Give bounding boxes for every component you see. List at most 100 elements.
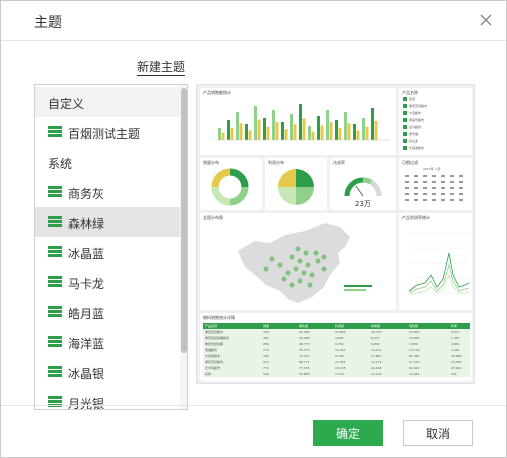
theme-item-ice-silver[interactable]: 冰晶银 <box>35 357 180 387</box>
table-cell: 12,149 <box>371 372 382 376</box>
cancel-button[interactable]: 取消 <box>403 420 473 446</box>
theme-item-forest-green[interactable]: 森林绿 <box>35 207 180 237</box>
preview-bar <box>281 122 284 140</box>
table-cell: 15,960 <box>335 330 346 334</box>
table-cell: 9,834 <box>371 342 380 346</box>
preview-bar <box>254 106 257 140</box>
preview-checklist-item: 大百超市 <box>403 111 421 117</box>
preview-calendar-panel: 日期过滤 2017年 八月 <box>399 158 472 210</box>
map-marker <box>297 278 303 284</box>
map-marker <box>313 250 319 256</box>
table-cell: 瑞福超市 <box>205 348 218 352</box>
preview-bar <box>338 128 342 140</box>
preview-bar <box>245 124 248 140</box>
preview-checklist-panel: 产品名称 百货 重庆百货超市 大百超市 家庭乐超市 麦肯超市 家乐福 好又多 大润发超市 <box>399 88 472 155</box>
table-cell: 12,875 <box>409 330 420 334</box>
table-cell: 32,883 <box>299 372 310 376</box>
table-cell: 62,022 <box>409 366 420 370</box>
preview-pie2-panel: 利润分布 <box>265 158 327 210</box>
table-row: 好特 506 32,883 7,130 12,149 12,441 231 <box>203 371 470 377</box>
table-cell: 7,836 <box>409 342 418 346</box>
table-header-cell: 成本额 <box>371 324 381 328</box>
table-cell: 重庆百货超市 <box>205 330 224 334</box>
preview-bar <box>284 129 288 140</box>
theme-item-custom[interactable]: 百烟测试主题 <box>35 117 180 147</box>
checkbox-icon <box>403 97 407 101</box>
theme-list-icon <box>48 126 62 138</box>
preview-bar <box>293 124 297 140</box>
table-cell: 28,773 <box>299 342 310 346</box>
checkbox-icon <box>403 104 407 108</box>
theme-item-label: 海洋蓝 <box>68 337 105 351</box>
theme-item-macaron[interactable]: 马卡龙 <box>35 267 180 297</box>
table-header-cell: 利率 <box>451 324 458 328</box>
table-cell: 61,381 <box>409 354 420 358</box>
theme-item-ocean-blue[interactable]: 海洋蓝 <box>35 327 180 357</box>
theme-item-business-gray[interactable]: 商务灰 <box>35 177 180 207</box>
theme-list-icon <box>48 336 62 348</box>
preview-checklist-item: 重庆百货超市 <box>403 104 427 110</box>
table-cell: 2,461 <box>451 348 460 352</box>
gauge-value: 23万 <box>355 200 371 208</box>
list-scrollbar[interactable] <box>180 85 187 409</box>
table-cell: 231 <box>451 372 457 376</box>
checklist-item-label: 重庆百货超市 <box>409 104 428 108</box>
preview-checklist-item: 百货 <box>403 97 415 103</box>
checkbox-icon <box>403 132 407 136</box>
table-cell: 重庆世纪新都 <box>205 342 224 346</box>
table-cell: 重庆世纪新都超市 <box>205 336 230 340</box>
table-cell: 大润发超市 <box>205 354 221 358</box>
panel-title: 物料销售统计详情 <box>203 315 235 320</box>
theme-item-moon-blue[interactable]: 皓月蓝 <box>35 297 180 327</box>
preview-checklist-item: 大润发超市 <box>403 146 424 152</box>
preview-line-panel: 产品利润率统计 <box>399 213 472 310</box>
table-cell: 13,112 <box>371 348 382 352</box>
map-marker <box>307 282 313 288</box>
section-label: 系统 <box>48 157 73 171</box>
new-theme-link[interactable]: 新建主题 <box>137 60 186 76</box>
table-cell: 16,775 <box>371 330 382 334</box>
table-cell: 512 <box>263 360 269 364</box>
preview-bar <box>347 123 351 140</box>
preview-bar <box>308 126 311 140</box>
preview-line-chart <box>408 232 470 296</box>
map-marker <box>293 266 299 272</box>
preview-bar <box>239 123 243 140</box>
preview-gauge-panel: 达成率 23万 <box>330 158 396 210</box>
preview-bar <box>356 130 360 140</box>
checklist-item-label: 大百超市 <box>409 111 422 115</box>
table-cell: 729 <box>263 330 269 334</box>
table-cell: 29,989 <box>451 354 462 358</box>
preview-bar <box>248 130 252 140</box>
preview-bar <box>218 128 221 140</box>
theme-list-icon <box>48 246 62 258</box>
theme-item-label: 商务灰 <box>68 187 105 201</box>
preview-calendar-grid <box>405 175 463 201</box>
table-cell: 4,636 <box>335 336 344 340</box>
preview-bar <box>374 120 378 140</box>
preview-pie1-panel: 销量分布 <box>200 158 262 210</box>
theme-item-label: 马卡龙 <box>68 277 105 291</box>
theme-list-icon <box>48 216 62 228</box>
preview-checklist-item: 家庭乐超市 <box>403 118 424 124</box>
table-cell: 13,770 <box>409 348 420 352</box>
preview-bar <box>365 126 369 140</box>
preview-bar <box>227 120 230 140</box>
map-marker <box>269 256 275 262</box>
preview-bar-panel: 产品销售额统计 <box>200 88 396 155</box>
table-cell: 沃尔玛超市 <box>205 366 221 370</box>
scrollbar-thumb[interactable] <box>181 88 187 353</box>
table-header-cell: 销售额 <box>299 324 309 328</box>
checklist-item-label: 好又多 <box>409 139 419 143</box>
preview-bar <box>362 118 365 140</box>
preview-bar <box>290 114 293 140</box>
table-cell: 8,977 <box>371 336 380 340</box>
table-header-cell: 毛利额 <box>409 324 419 328</box>
close-icon[interactable] <box>477 11 495 29</box>
ok-button[interactable]: 确定 <box>313 420 383 446</box>
map-marker <box>289 254 295 260</box>
checklist-item-label: 家乐福 <box>409 132 419 136</box>
theme-item-ice-blue[interactable]: 冰晶蓝 <box>35 237 180 267</box>
checklist-item-label: 麦肯超市 <box>409 125 422 129</box>
theme-item-label: 森林绿 <box>68 217 105 231</box>
